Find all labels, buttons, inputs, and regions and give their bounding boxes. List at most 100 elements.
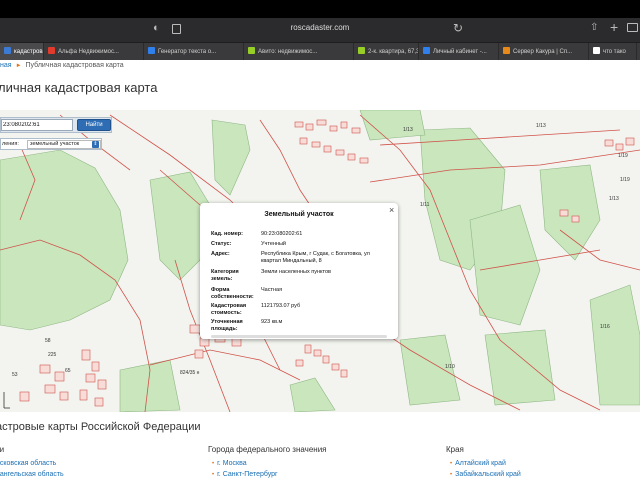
favicon-icon	[593, 47, 600, 54]
popup-row-label: Уточненная площадь:	[211, 319, 243, 332]
tab-label: 2-к. квартира, 67,3...	[368, 49, 419, 55]
browser-tab[interactable]: Личный кабинет -...	[419, 43, 499, 61]
breadcrumb-separator-icon: ►	[15, 63, 22, 69]
bullet-icon: •	[450, 461, 453, 467]
popup-row-value: Земли населенных пунктов	[261, 269, 331, 275]
favicon-icon	[48, 47, 55, 54]
share-icon[interactable]: ⇧	[590, 21, 598, 35]
land-plot[interactable]	[359, 110, 426, 141]
favicon-icon	[503, 47, 510, 54]
breadcrumb-current: Публичная кадастровая карта	[25, 62, 124, 69]
popup-row-label: Кад. номер:	[211, 231, 243, 237]
region-link[interactable]: • г. Санкт-Петербург	[212, 471, 278, 478]
plot-number-label: 58	[45, 338, 51, 344]
popup-scrollbar[interactable]	[211, 335, 387, 338]
popup-row-label: Кадастровая стоимость:	[211, 303, 247, 316]
shield-icon[interactable]: ◐	[153, 22, 163, 34]
favicon-icon	[423, 47, 430, 54]
popup-row-label: Адрес:	[211, 251, 230, 257]
cadastral-map[interactable]: 1/131/131/191/191/111/131/161/151/105822…	[0, 110, 640, 412]
favicon-icon	[148, 47, 155, 54]
region-link-label: г. Санкт-Петербург	[217, 471, 278, 478]
browser-tab[interactable]: что тако	[589, 43, 637, 61]
web-page: ная ► Публичная кадастровая карта личная к…	[0, 60, 640, 480]
breadcrumb: ная ► Публичная кадастровая карта	[0, 62, 124, 69]
popup-row-value: Учтенный	[261, 241, 286, 247]
tab-label: Сервер Какура | Сп...	[513, 49, 573, 55]
new-tab-icon[interactable]: +	[610, 18, 618, 36]
browser-tab[interactable]: Сервер Какура | Сп...	[499, 43, 589, 61]
cadastral-number-input[interactable]	[1, 119, 73, 131]
plot-number-label: 1/13	[403, 127, 413, 133]
region-link[interactable]: рангельская область	[0, 471, 64, 478]
plot-number-label: 225	[48, 352, 57, 358]
close-icon[interactable]: ×	[389, 205, 394, 215]
tab-overview-icon[interactable]	[627, 23, 638, 32]
region-link-label: Забайкальский край	[455, 471, 521, 478]
refresh-icon[interactable]: ↻	[453, 20, 463, 36]
map-search-panel: Найти	[0, 117, 112, 133]
tab-bar: кадастровая... Альфа Недвижимос... Генерат…	[0, 42, 640, 61]
plot-number-label: 1/16	[600, 324, 610, 330]
region-link-label: рангельская область	[0, 471, 64, 478]
tab-label: Альфа Недвижимос...	[58, 49, 119, 55]
search-button[interactable]: Найти	[77, 119, 111, 131]
popup-row-label: Категория земель:	[211, 269, 239, 282]
region-link-label: осковская область	[0, 460, 57, 467]
catalog-column-heading: ти	[0, 445, 5, 454]
plot-number-label: 824/35 н	[180, 370, 200, 376]
favicon-icon	[358, 47, 365, 54]
popup-row-value: Частная	[261, 287, 283, 293]
popup-title: Земельный участок	[264, 211, 334, 218]
catalog-title: астровые карты Российской Федерации	[0, 421, 201, 433]
object-type-select[interactable]: земельный участок ⇕	[27, 140, 101, 149]
region-link[interactable]: • Забайкальский край	[450, 471, 521, 478]
browser-tab[interactable]: Генератор текста о...	[144, 43, 244, 61]
plot-info-popup: Земельный участок × Кад. номер: 90:23:080…	[200, 203, 398, 339]
region-link-label: г. Москва	[217, 460, 247, 467]
region-link[interactable]: • г. Москва	[212, 460, 247, 467]
popup-row-value: 1121793.07 руб	[261, 303, 301, 309]
page-icon[interactable]	[172, 24, 181, 34]
plot-number-label: 53	[12, 372, 18, 378]
browser-tab[interactable]: кадастровая...	[0, 43, 44, 61]
tab-label: Личный кабинет -...	[433, 49, 487, 55]
chevron-down-icon[interactable]: ⇕	[92, 141, 99, 148]
plot-number-label: 1/19	[618, 153, 628, 159]
plot-number-label: 1/11	[420, 202, 430, 208]
address-bar[interactable]: roscadaster.com	[220, 22, 420, 34]
tab-label: Авито: недвижимос...	[258, 49, 318, 55]
favicon-icon	[248, 47, 255, 54]
browser-tab[interactable]: Альфа Недвижимос...	[44, 43, 144, 61]
plot-number-label: 1/13	[536, 123, 546, 129]
page-title: личная кадастровая карта	[0, 80, 158, 95]
plot-number-label: 1/10	[445, 364, 455, 370]
breadcrumb-home[interactable]: ная	[0, 62, 12, 69]
bullet-icon: •	[212, 472, 215, 478]
bullet-icon: •	[450, 472, 453, 478]
layer-filter: ления: земельный участок ⇕	[0, 138, 102, 150]
filter-label: ления:	[2, 141, 19, 147]
tab-label: Генератор текста о...	[158, 49, 217, 55]
browser-titlebar: ◐ roscadaster.com ↻ ⇧ +	[0, 18, 640, 42]
browser-tab[interactable]: Авито: недвижимос...	[244, 43, 354, 61]
plot-number-label: 1/13	[609, 196, 619, 202]
popup-row-value: 90:23:080202:61	[261, 231, 303, 237]
favicon-icon	[4, 47, 11, 54]
browser-tab[interactable]: 2-к. квартира, 67,3...	[354, 43, 419, 61]
plot-number-label: 65	[65, 368, 71, 374]
popup-row-value: 923 кв.м	[261, 319, 283, 325]
popup-row-label: Форма собственности:	[211, 287, 254, 300]
object-type-value: земельный участок	[30, 141, 80, 147]
popup-row-label: Статус:	[211, 241, 232, 247]
bullet-icon: •	[212, 461, 215, 467]
tab-label: кадастровая...	[14, 49, 43, 55]
popup-row-value: Республика Крым, г Судак, с Богатовка, у…	[261, 251, 370, 264]
region-link[interactable]: осковская область	[0, 460, 56, 467]
tab-label: что тако	[603, 49, 626, 55]
catalog-column-heading: Города федерального значения	[208, 445, 327, 454]
catalog-column-heading: Края	[446, 445, 464, 454]
plot-number-label: 1/19	[620, 177, 630, 183]
region-link[interactable]: • Алтайский край	[450, 460, 506, 467]
land-plot[interactable]	[484, 329, 556, 406]
